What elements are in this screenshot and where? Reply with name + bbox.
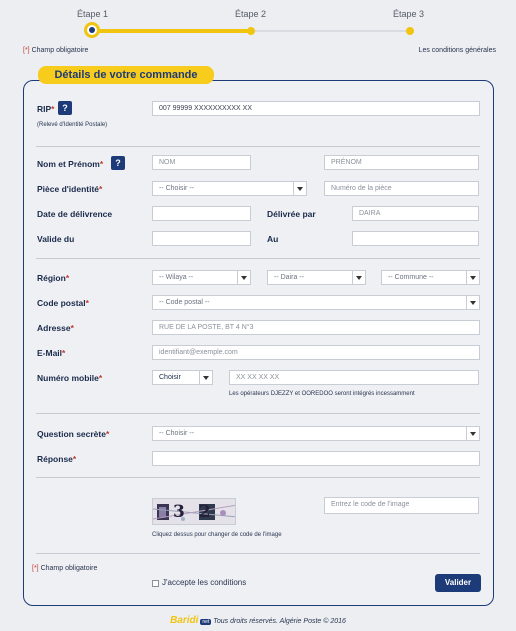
chevron-down-icon — [466, 271, 479, 284]
daira-select[interactable]: -- Daira -- — [267, 270, 366, 285]
accept-label[interactable]: J'accepte les conditions — [162, 578, 246, 587]
name-label: Nom et Prénom* — [37, 159, 104, 169]
chevron-down-icon — [237, 271, 250, 284]
submit-button[interactable]: Valider — [435, 574, 481, 592]
step-3-dot[interactable] — [406, 27, 414, 35]
rip-label: RIP* — [37, 104, 55, 114]
captcha-note: Cliquez dessus pour changer de code de l… — [152, 532, 282, 538]
divider — [36, 477, 480, 478]
required-marker: [*] — [32, 565, 39, 572]
captcha-text: 3 2 8 — [173, 502, 215, 524]
stepper-track — [252, 30, 410, 32]
divider — [36, 413, 480, 414]
divider — [36, 146, 480, 147]
commune-select[interactable]: -- Commune -- — [381, 270, 480, 285]
footer: Baridi net Tous droits réservés. Algérie… — [0, 615, 516, 626]
nom-input[interactable]: NOM — [152, 155, 251, 170]
step-1-dot[interactable] — [84, 22, 100, 38]
name-help-icon[interactable]: ? — [111, 156, 125, 170]
logo-suffix: net — [200, 619, 212, 625]
daira-input[interactable]: DAIRA — [352, 206, 479, 221]
rip-help-icon[interactable]: ? — [58, 101, 72, 115]
piece-label: Pièce d'identité* — [37, 184, 103, 194]
operator-select[interactable]: Choisir — [152, 370, 213, 385]
region-label: Région* — [37, 273, 70, 283]
valid-to-input[interactable] — [352, 231, 479, 246]
email-label: E-Mail* — [37, 348, 66, 358]
conditions-link[interactable]: Les conditions générales — [419, 47, 496, 54]
piece-number-input[interactable]: Numéro de la pièce — [324, 181, 479, 196]
answer-label: Réponse* — [37, 454, 77, 464]
mobile-label: Numéro mobile* — [37, 373, 103, 383]
chevron-down-icon — [199, 371, 212, 384]
chevron-down-icon — [352, 271, 365, 284]
piece-select[interactable]: -- Choisir -- — [152, 181, 307, 196]
postal-label: Code postal* — [37, 298, 89, 308]
prenom-input[interactable]: PRÉNOM — [324, 155, 479, 170]
panel-title: Détails de votre commande — [38, 66, 214, 84]
divider — [36, 258, 480, 259]
stepper-progress — [92, 29, 252, 33]
wilaya-select[interactable]: -- Wilaya -- — [152, 270, 251, 285]
chevron-down-icon — [293, 182, 306, 195]
rip-sublabel: (Relevé d'Identité Postale) — [37, 122, 108, 128]
question-label: Question secrète* — [37, 429, 110, 439]
valid-from-label: Valide du — [37, 234, 75, 244]
valid-to-label: Au — [267, 234, 279, 244]
address-input[interactable]: RUE DE LA POSTE, BT 4 N°3 — [152, 320, 480, 335]
email-input[interactable]: identifiant@exemple.com — [152, 345, 480, 360]
date-label: Date de délivrence — [37, 209, 113, 219]
required-text: Champ obligatoire — [40, 565, 98, 572]
chevron-down-icon — [466, 296, 479, 309]
accept-checkbox[interactable] — [152, 580, 159, 587]
captcha-input[interactable]: Entrez le code de l'image — [324, 497, 479, 514]
footer-text: Tous droits réservés. Algérie Poste © 20… — [213, 618, 346, 625]
required-marker: [*] — [23, 47, 30, 54]
step-1-label: Étape 1 — [77, 9, 109, 19]
question-select[interactable]: -- Choisir -- — [152, 426, 480, 441]
step-2-dot[interactable] — [247, 27, 255, 35]
mobile-note: Les opérateurs DJEZZY et OOREDOO seront … — [229, 391, 415, 397]
valid-from-input[interactable] — [152, 231, 251, 246]
delivered-by-label: Délivrée par — [267, 209, 316, 219]
captcha-image[interactable]: 3 2 8 — [152, 498, 236, 525]
divider — [36, 553, 480, 554]
chevron-down-icon — [466, 427, 479, 440]
mobile-input[interactable]: XX XX XX XX — [229, 370, 479, 385]
postal-select[interactable]: -- Code postal -- — [152, 295, 480, 310]
required-text: Champ obligatoire — [31, 47, 89, 54]
required-note-top: [*] Champ obligatoire — [23, 47, 88, 54]
step-3-label: Étape 3 — [393, 9, 425, 19]
address-label: Adresse* — [37, 323, 74, 333]
baridi-logo: Baridi — [170, 615, 199, 626]
required-note-bottom: [*] Champ obligatoire — [32, 565, 97, 572]
step-2-label: Étape 2 — [235, 9, 267, 19]
answer-input[interactable] — [152, 451, 480, 466]
date-input[interactable] — [152, 206, 251, 221]
rip-input[interactable]: 007 99999 XXXXXXXXXX XX — [152, 101, 480, 116]
